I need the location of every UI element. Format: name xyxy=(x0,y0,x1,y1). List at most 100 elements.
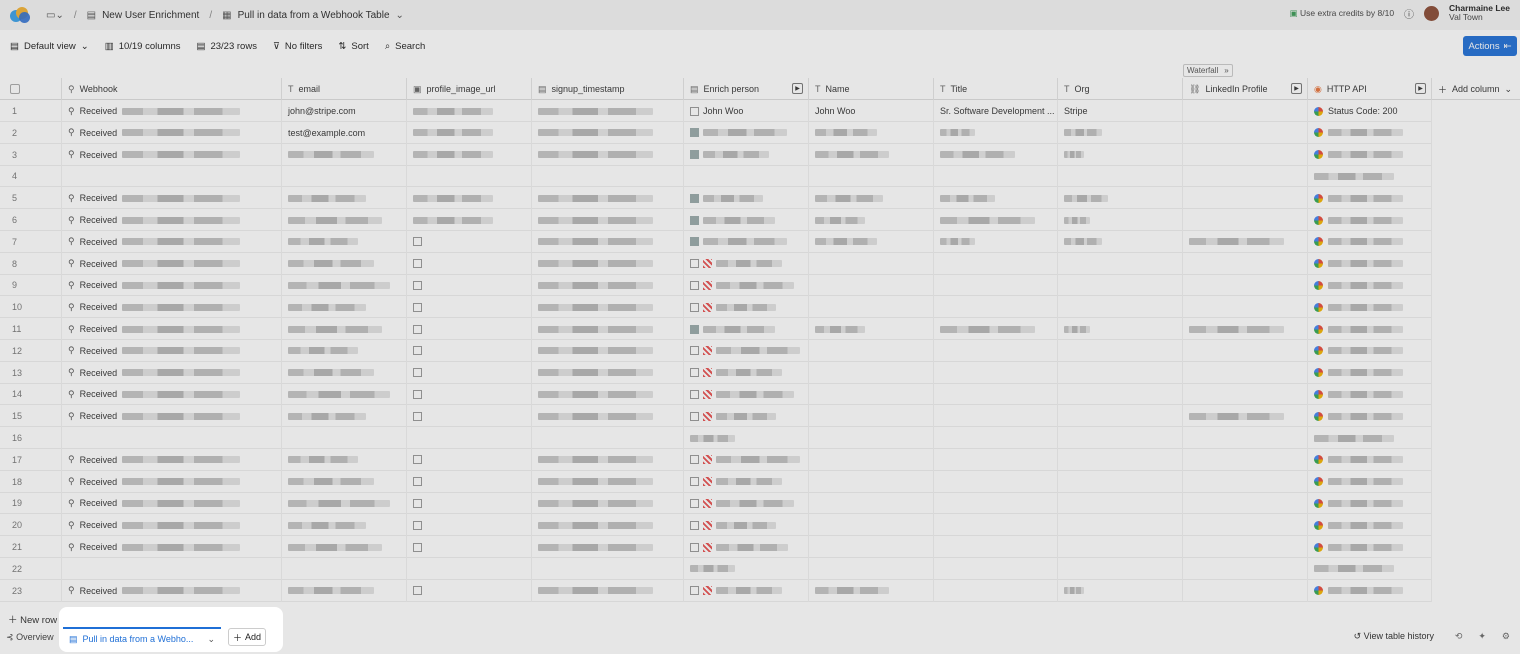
avatar[interactable] xyxy=(1424,5,1440,21)
cell-org[interactable] xyxy=(1058,121,1183,144)
table-row[interactable]: 13 ⚲ Received xyxy=(0,361,1432,384)
cell-webhook[interactable]: ⚲ Received xyxy=(62,536,282,558)
cell-linkedin[interactable] xyxy=(1183,470,1308,493)
cell-signup[interactable] xyxy=(532,230,684,253)
cell-webhook[interactable] xyxy=(62,165,282,188)
cell-profile[interactable] xyxy=(407,339,532,362)
sparkle-icon[interactable]: ✦ xyxy=(1478,631,1486,642)
cell-org[interactable] xyxy=(1058,230,1183,253)
cell-profile[interactable] xyxy=(407,361,532,384)
cell-signup[interactable] xyxy=(532,536,684,558)
cell-webhook[interactable]: ⚲ Received xyxy=(62,296,282,319)
cell-webhook[interactable]: ⚲ Received xyxy=(62,470,282,493)
cell-webhook[interactable]: ⚲ Received xyxy=(62,274,282,297)
cell-org[interactable] xyxy=(1058,165,1183,188)
cell-http[interactable] xyxy=(1308,339,1432,362)
cell-signup[interactable] xyxy=(532,448,684,471)
cell-title[interactable] xyxy=(934,143,1058,166)
cell-title[interactable] xyxy=(934,121,1058,144)
cell-webhook[interactable]: ⚲ Received xyxy=(62,361,282,384)
cell-email[interactable]: john@stripe.com xyxy=(282,100,407,122)
cell-linkedin[interactable] xyxy=(1183,209,1308,231)
table-row[interactable]: 11 ⚲ Received xyxy=(0,318,1432,340)
cell-webhook[interactable]: ⚲ Received xyxy=(62,405,282,428)
cell-enrich[interactable] xyxy=(684,318,809,340)
cell-title[interactable] xyxy=(934,536,1058,558)
cell-linkedin[interactable] xyxy=(1183,579,1308,602)
cell-http[interactable] xyxy=(1308,557,1432,580)
chevron-down-icon[interactable]: ⌄ xyxy=(207,634,215,645)
cell-profile[interactable] xyxy=(407,579,532,602)
cell-enrich[interactable] xyxy=(684,252,809,275)
column-header-3[interactable]: ▤ signup_timestamp xyxy=(532,78,684,100)
cell-org[interactable] xyxy=(1058,514,1183,537)
cell-signup[interactable] xyxy=(532,383,684,406)
cell-name[interactable] xyxy=(809,143,934,166)
cell-org[interactable] xyxy=(1058,536,1183,558)
cell-signup[interactable] xyxy=(532,252,684,275)
column-header-6[interactable]: T Title xyxy=(934,78,1058,100)
cell-linkedin[interactable] xyxy=(1183,361,1308,384)
cell-enrich[interactable] xyxy=(684,143,809,166)
cell-webhook[interactable]: ⚲ Received xyxy=(62,143,282,166)
cell-profile[interactable] xyxy=(407,187,532,210)
cell-name[interactable] xyxy=(809,405,934,428)
cell-http[interactable] xyxy=(1308,121,1432,144)
cell-enrich[interactable] xyxy=(684,427,809,449)
table-row[interactable]: 3 ⚲ Received xyxy=(0,143,1432,166)
cell-name[interactable] xyxy=(809,448,934,471)
cell-enrich[interactable] xyxy=(684,557,809,580)
cell-signup[interactable] xyxy=(532,579,684,602)
cell-enrich[interactable] xyxy=(684,448,809,471)
cell-name[interactable] xyxy=(809,165,934,188)
column-header-5[interactable]: T Name xyxy=(809,78,934,100)
cell-http[interactable] xyxy=(1308,252,1432,275)
cell-http[interactable] xyxy=(1308,470,1432,493)
cell-signup[interactable] xyxy=(532,274,684,297)
cell-webhook[interactable]: ⚲ Received xyxy=(62,252,282,275)
cell-title[interactable] xyxy=(934,339,1058,362)
cell-webhook[interactable]: ⚲ Received xyxy=(62,209,282,231)
cell-http[interactable] xyxy=(1308,492,1432,515)
breadcrumb-workbook[interactable]: New User Enrichment xyxy=(102,10,199,21)
cell-title[interactable] xyxy=(934,209,1058,231)
cell-profile[interactable] xyxy=(407,448,532,471)
cell-name[interactable] xyxy=(809,536,934,558)
cell-profile[interactable] xyxy=(407,230,532,253)
table-row[interactable]: 21 ⚲ Received xyxy=(0,536,1432,558)
new-row-button[interactable]: ＋ New row xyxy=(8,612,57,626)
cell-profile[interactable] xyxy=(407,165,532,188)
cell-enrich[interactable] xyxy=(684,230,809,253)
table-row[interactable]: 10 ⚲ Received xyxy=(0,296,1432,319)
cell-email[interactable] xyxy=(282,143,407,166)
cell-org[interactable] xyxy=(1058,361,1183,384)
table-row[interactable]: 23 ⚲ Received xyxy=(0,579,1432,602)
cell-email[interactable] xyxy=(282,514,407,537)
cell-org[interactable] xyxy=(1058,405,1183,428)
cell-linkedin[interactable] xyxy=(1183,405,1308,428)
overview-tab[interactable]: ⊰ Overview xyxy=(6,632,54,643)
cell-org[interactable] xyxy=(1058,579,1183,602)
cell-enrich[interactable] xyxy=(684,383,809,406)
cell-webhook[interactable] xyxy=(62,557,282,580)
user-info[interactable]: Charmaine Lee Val Town xyxy=(1449,4,1510,22)
cell-http[interactable] xyxy=(1308,383,1432,406)
cell-org[interactable] xyxy=(1058,427,1183,449)
cell-title[interactable] xyxy=(934,296,1058,319)
table-row[interactable]: 22 xyxy=(0,557,1432,580)
cell-signup[interactable] xyxy=(532,514,684,537)
cell-profile[interactable] xyxy=(407,252,532,275)
cell-name[interactable] xyxy=(809,361,934,384)
cell-email[interactable] xyxy=(282,230,407,253)
cell-enrich[interactable] xyxy=(684,405,809,428)
cell-email[interactable] xyxy=(282,318,407,340)
cell-title[interactable] xyxy=(934,274,1058,297)
expand-icon[interactable]: » xyxy=(1221,65,1231,76)
cell-signup[interactable] xyxy=(532,121,684,144)
table-row[interactable]: 15 ⚲ Received xyxy=(0,405,1432,428)
cell-signup[interactable] xyxy=(532,339,684,362)
table-row[interactable]: 7 ⚲ Received xyxy=(0,230,1432,253)
cell-name[interactable] xyxy=(809,274,934,297)
cell-name[interactable] xyxy=(809,121,934,144)
cell-enrich[interactable] xyxy=(684,274,809,297)
